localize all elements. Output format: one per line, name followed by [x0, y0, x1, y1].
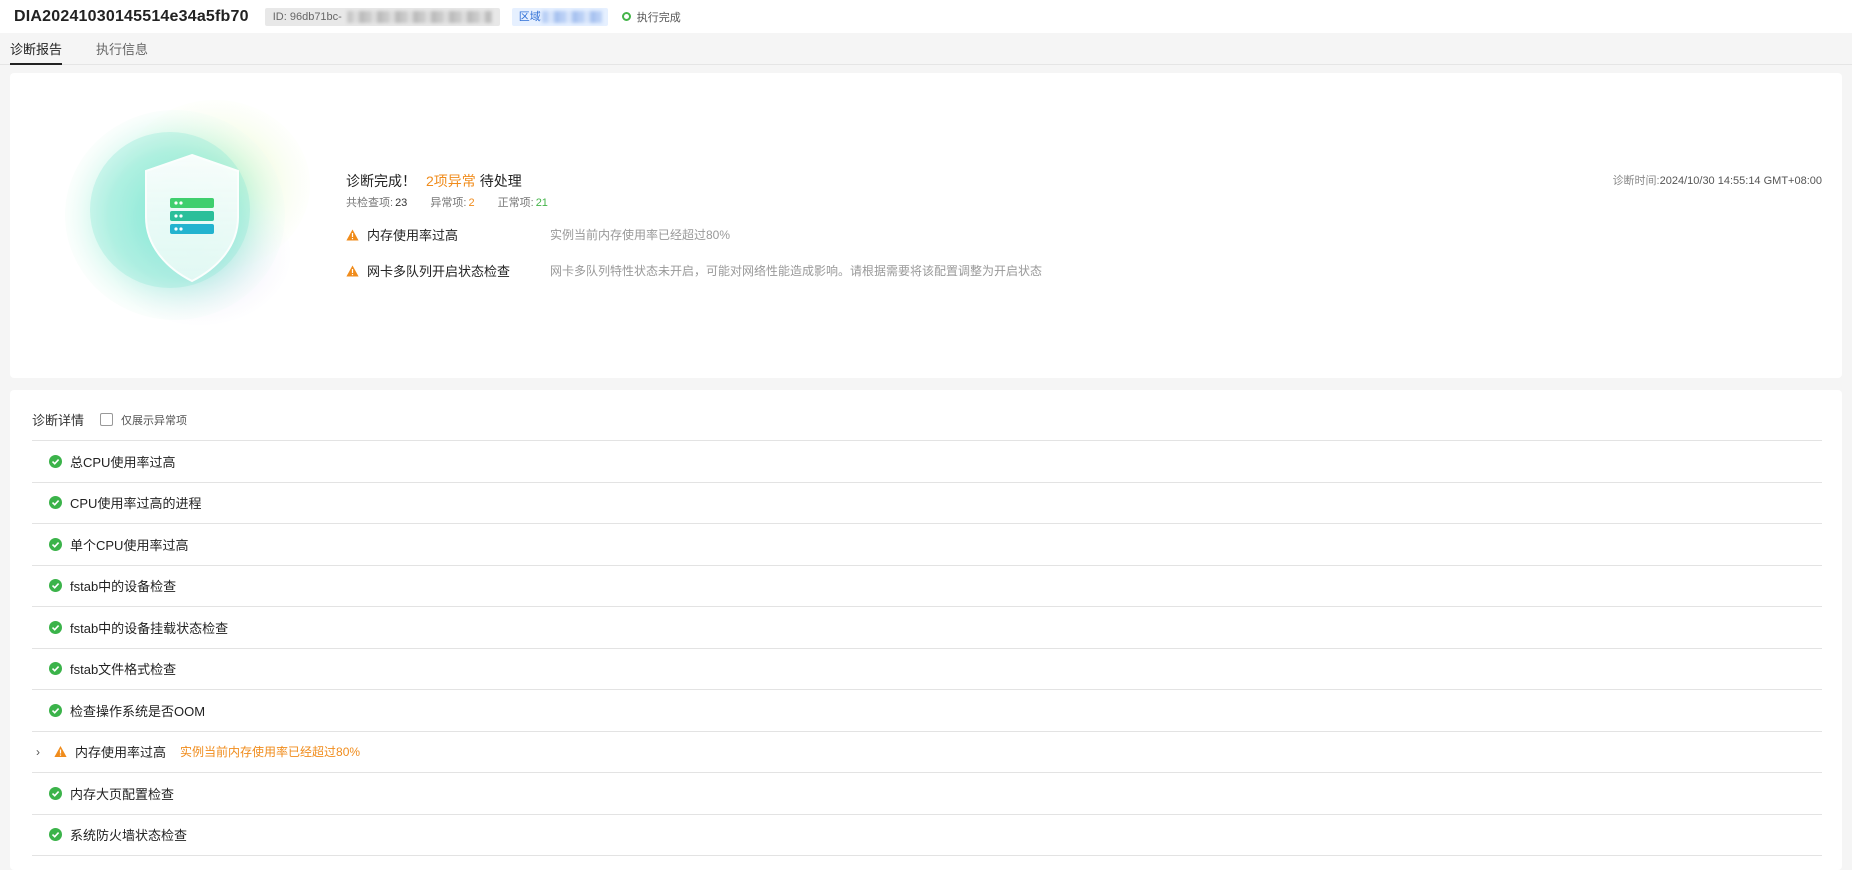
check-circle-icon — [49, 828, 62, 842]
check-circle-icon — [49, 454, 62, 468]
summary-title: 诊断完成！ 2项异常 待处理 — [346, 173, 522, 189]
diagnosis-summary-card: 诊断完成！ 2项异常 待处理 共检查项: 23 异常项: 2 正常项: 21 内存使用率过… — [10, 73, 1842, 378]
check-item-row[interactable]: fstab中的设备检查 — [32, 566, 1822, 607]
check-item-row[interactable]: fstab中的设备挂载状态检查 — [32, 607, 1822, 649]
show-abnormal-only-label[interactable]: 仅展示异常项 — [121, 412, 187, 428]
check-item-row[interactable]: 内存大页配置检查 — [32, 773, 1822, 815]
check-item-row[interactable]: 检查操作系统是否OOM — [32, 690, 1822, 732]
check-item-row[interactable]: fstab文件格式检查 — [32, 649, 1822, 690]
check-item-list: 总CPU使用率过高 CPU使用率过高的进程 单个CPU使用率过高 fstab中的… — [32, 440, 1822, 856]
tab-diagnosis-report[interactable]: 诊断报告 — [10, 39, 63, 65]
check-circle-icon — [49, 579, 62, 593]
check-item-row-abnormal[interactable]: › 内存使用率过高 实例当前内存使用率已经超过80% — [32, 732, 1822, 773]
tab-execution-info[interactable]: 执行信息 — [96, 39, 148, 65]
details-header: 诊断详情 仅展示异常项 — [32, 410, 187, 429]
warning-icon — [54, 746, 67, 758]
region-tag: 区域 — [511, 7, 608, 26]
status-dot-icon — [621, 12, 631, 21]
check-item-row[interactable]: 系统防火墙状态检查 — [32, 815, 1822, 856]
check-circle-icon — [49, 786, 62, 800]
check-circle-icon — [49, 620, 62, 634]
status-badge: 执行完成 — [621, 9, 681, 25]
task-id-title: DIA20241030145514e34a5fb70 — [14, 7, 249, 25]
page-header: DIA20241030145514e34a5fb70 ID: 96db71bc-… — [0, 0, 1852, 33]
warning-icon — [346, 265, 359, 276]
check-circle-icon — [49, 537, 62, 551]
diagnosis-details-card: 诊断详情 仅展示异常项 总CPU使用率过高 CPU使用率过高的进程 单个CPU使… — [10, 390, 1842, 870]
check-item-row[interactable]: CPU使用率过高的进程 — [32, 483, 1822, 524]
summary-counts: 共检查项: 23 异常项: 2 正常项: 21 — [346, 197, 548, 209]
shield-server-illustration-icon — [65, 100, 310, 325]
check-item-row[interactable]: 单个CPU使用率过高 — [32, 524, 1822, 566]
summary-issue-item: 内存使用率过高 实例当前内存使用率已经超过80% — [346, 225, 730, 244]
chevron-right-icon[interactable]: › — [36, 745, 46, 759]
instance-id-tag: ID: 96db71bc- — [264, 7, 500, 26]
check-circle-icon — [49, 703, 62, 717]
check-circle-icon — [49, 496, 62, 510]
summary-issue-item: 网卡多队列开启状态检查 网卡多队列特性状态未开启，可能对网络性能造成影响。请根据… — [346, 261, 1042, 280]
tab-bar: 诊断报告 执行信息 — [0, 33, 1852, 65]
diagnosis-time: 诊断时间:2024/10/30 14:55:14 GMT+08:00 — [1612, 175, 1822, 187]
details-title: 诊断详情 — [32, 413, 85, 428]
check-item-row[interactable]: 总CPU使用率过高 — [32, 441, 1822, 483]
show-abnormal-only-checkbox[interactable] — [100, 413, 114, 426]
warning-icon — [346, 229, 359, 240]
check-circle-icon — [49, 662, 62, 676]
